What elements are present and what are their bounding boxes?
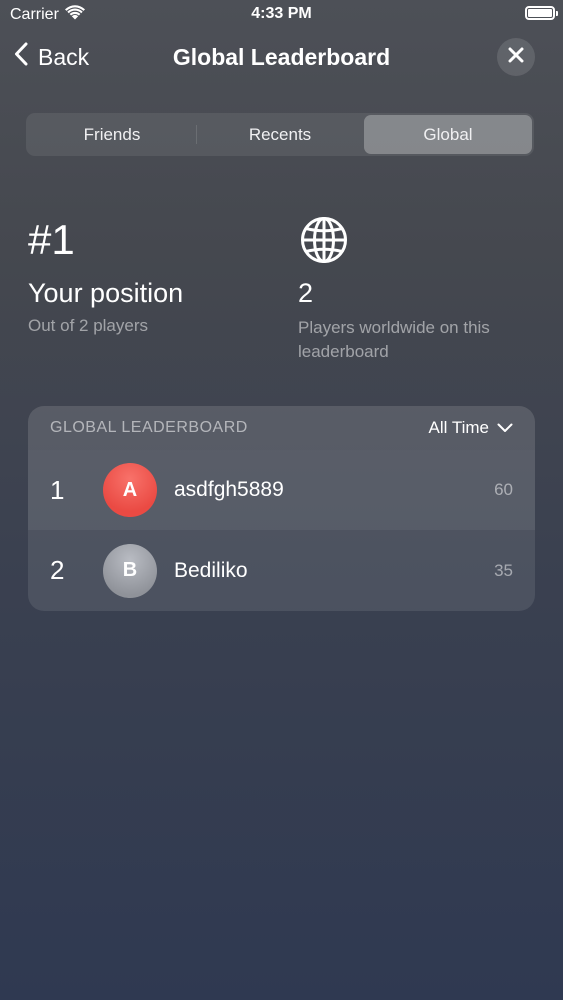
navigation-bar: Back Global Leaderboard [0,34,563,82]
tab-recents[interactable]: Recents [196,115,364,154]
leaderboard-row[interactable]: 2 B Bediliko 35 [28,530,535,611]
tab-global[interactable]: Global [364,115,532,154]
player-count-subtitle: Players worldwide on this leaderboard [298,318,490,361]
leaderboard-header: GLOBAL LEADERBOARD All Time [28,406,535,450]
battery-icon [525,6,558,20]
time-filter-dropdown[interactable]: All Time [429,418,513,438]
leaderboard-row[interactable]: 1 A asdfgh5889 60 [28,450,535,530]
player-score: 60 [494,480,513,499]
chevron-down-icon [497,418,513,438]
close-icon [507,46,525,69]
row-rank: 2 [50,555,65,585]
player-count: 2 [298,278,314,308]
avatar: A [103,463,157,517]
position-subtitle: Out of 2 players [28,316,149,335]
player-score: 35 [494,560,513,580]
status-time: 4:33 PM [251,5,312,22]
row-rank: 1 [50,474,65,505]
time-filter-label: All Time [428,418,489,437]
leaderboard-scope-tabs: Friends Recents Global [26,113,534,156]
avatar: B [103,543,157,598]
close-button[interactable] [497,38,535,76]
tab-friends[interactable]: Friends [28,115,196,154]
player-rank: #1 [28,216,75,263]
leaderboard-header-title: GLOBAL LEADERBOARD [50,419,248,436]
leaderboard-card: GLOBAL LEADERBOARD All Time 1 A asdfgh58… [28,406,535,611]
player-name: asdfgh5889 [174,478,284,501]
position-label: Your position [28,278,184,308]
player-name: Bediliko [174,558,248,582]
globe-icon [300,216,348,264]
page-title: Global Leaderboard [172,44,391,70]
status-bar: Carrier 4:33 PM [0,0,563,30]
